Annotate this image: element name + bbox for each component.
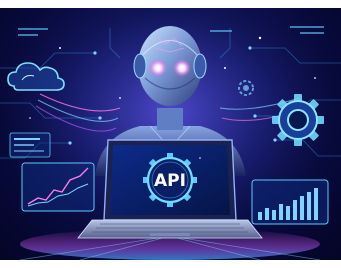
robot-neck xyxy=(157,108,183,130)
gear-icon xyxy=(272,94,324,146)
data-panel-left xyxy=(9,132,51,158)
ai-api-scene: API xyxy=(0,8,341,260)
api-label: API xyxy=(154,171,186,191)
line-chart-panel xyxy=(21,162,95,212)
bar-chart-panel xyxy=(251,179,329,225)
illustration-frame: API xyxy=(0,8,341,260)
